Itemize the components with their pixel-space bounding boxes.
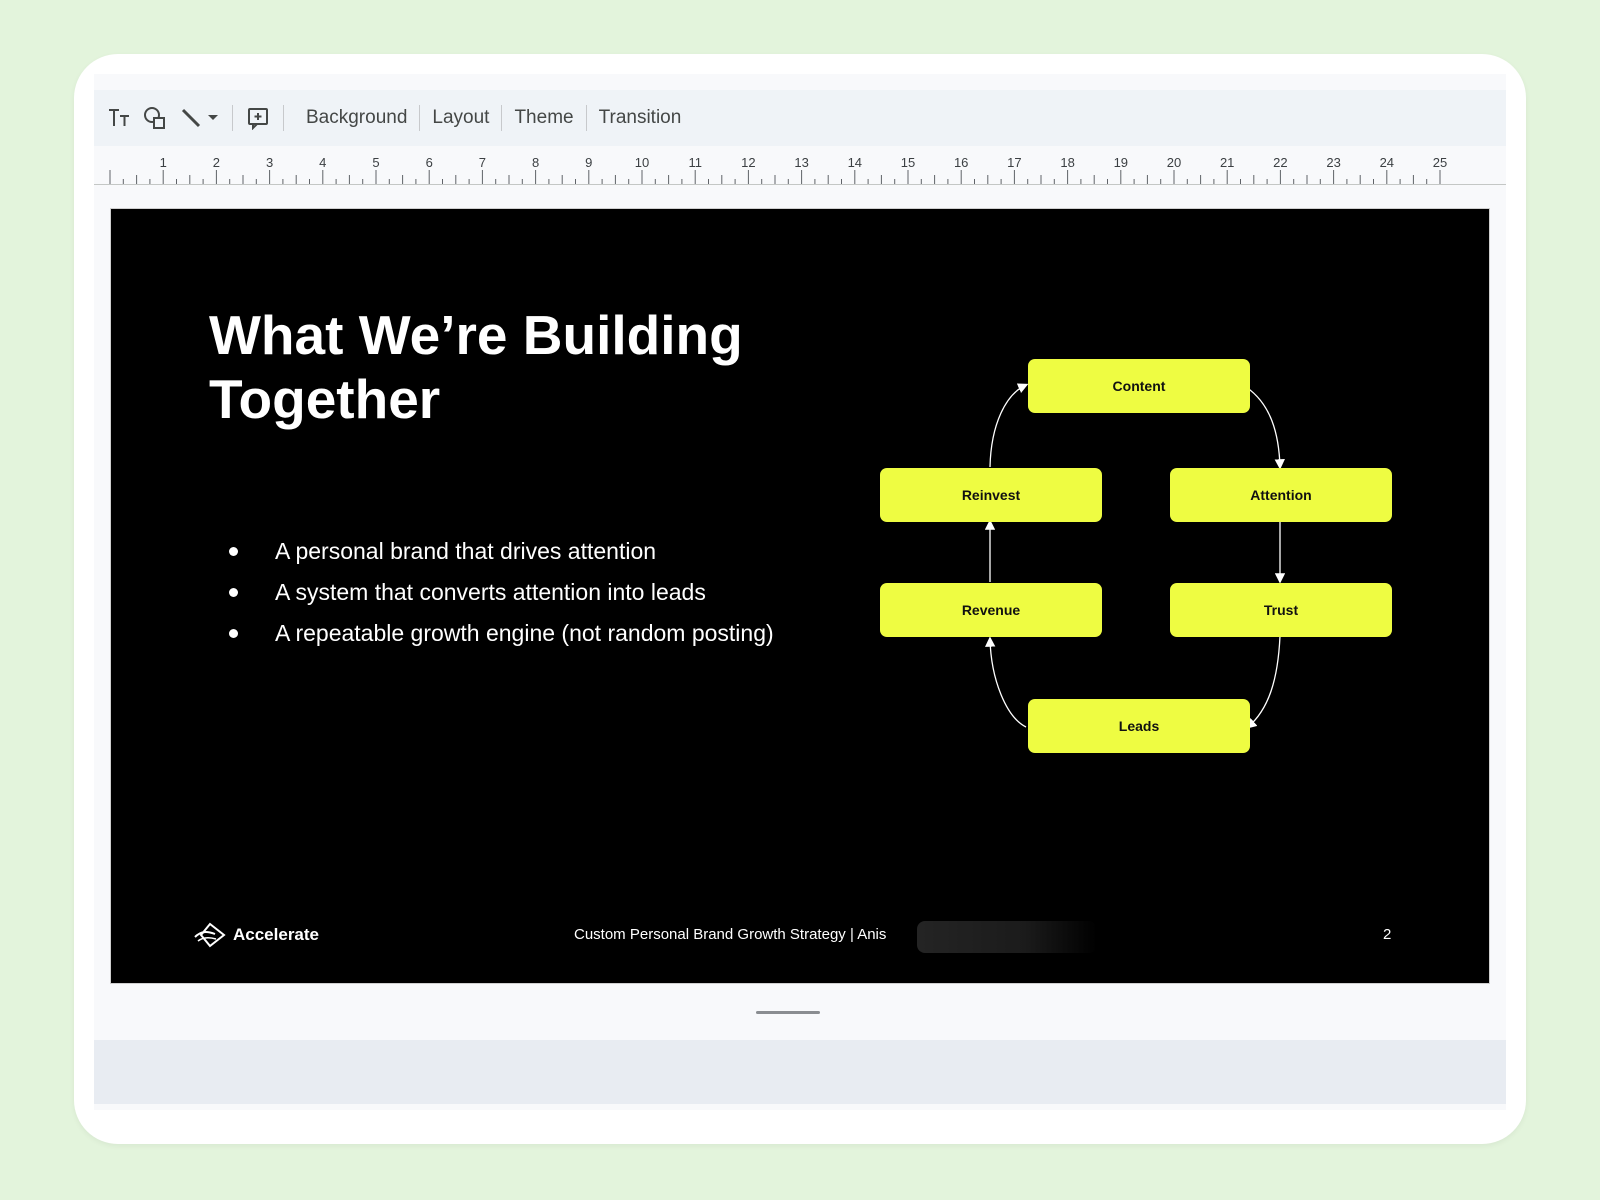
accelerate-logo-icon <box>194 922 226 948</box>
cycle-node-attention[interactable]: Attention <box>1170 468 1392 522</box>
cycle-node-content[interactable]: Content <box>1028 359 1250 413</box>
toolbar-divider <box>419 105 421 131</box>
speaker-notes-panel[interactable] <box>94 1040 1506 1104</box>
background-button[interactable]: Background <box>300 103 413 133</box>
ruler-label: 10 <box>635 155 649 170</box>
transition-button[interactable]: Transition <box>593 103 688 133</box>
arrow-leads-revenue <box>984 636 1027 728</box>
add-comment-icon[interactable] <box>245 105 271 131</box>
text-format-icon[interactable] <box>106 105 132 131</box>
toolbar-divider <box>232 105 233 131</box>
ruler-label: 24 <box>1380 155 1394 170</box>
ruler-label: 9 <box>585 155 592 170</box>
ruler-label: 13 <box>794 155 808 170</box>
ruler-label: 1 <box>160 155 167 170</box>
cycle-node-revenue[interactable]: Revenue <box>880 583 1102 637</box>
ruler-scale: 1 2 3 4 5 6 7 8 9 10 11 12 13 14 15 16 17 18 19 20 21 22 23 24 2… <box>109 155 1447 184</box>
toolbar-divider <box>501 105 503 131</box>
ruler-label: 11 <box>688 155 702 170</box>
ruler-label: 16 <box>954 155 968 170</box>
dropdown-icon[interactable] <box>206 105 220 131</box>
cycle-node-reinvest[interactable]: Reinvest <box>880 468 1102 522</box>
arrow-reinvest-content <box>989 383 1029 468</box>
ruler-label: 8 <box>532 155 539 170</box>
ruler-label: 15 <box>901 155 915 170</box>
tablet-frame: Background Layout Theme Transition 12345… <box>74 54 1526 1144</box>
ruler-label: 20 <box>1167 155 1181 170</box>
arrow-content-attention <box>1245 386 1285 470</box>
cycle-node-trust[interactable]: Trust <box>1170 583 1392 637</box>
page-number: 2 <box>1383 926 1392 943</box>
footer-text[interactable]: Custom Personal Brand Growth Strategy | … <box>574 926 886 943</box>
ruler-label: 18 <box>1060 155 1074 170</box>
cycle-node-leads[interactable]: Leads <box>1028 699 1250 753</box>
ruler-label: 7 <box>479 155 486 170</box>
ruler-label: 23 <box>1326 155 1340 170</box>
redacted-area <box>917 921 1097 953</box>
theme-button[interactable]: Theme <box>508 103 579 133</box>
ruler-label: 22 <box>1273 155 1287 170</box>
ruler-label: 12 <box>741 155 755 170</box>
toolbar: Background Layout Theme Transition <box>94 90 1506 146</box>
slide-canvas[interactable]: What We’re Building Together A personal … <box>110 208 1490 984</box>
resize-handle[interactable] <box>756 1011 820 1014</box>
slides-editor: Background Layout Theme Transition 12345… <box>94 74 1506 1110</box>
ruler-label: 19 <box>1114 155 1128 170</box>
toolbar-divider <box>283 105 284 131</box>
ruler-label: 6 <box>426 155 433 170</box>
ruler-label: 14 <box>848 155 862 170</box>
ruler-label: 2 <box>213 155 220 170</box>
logo-text: Accelerate <box>233 925 320 944</box>
line-icon[interactable] <box>178 105 204 131</box>
ruler-label: 5 <box>372 155 379 170</box>
shapes-icon[interactable] <box>142 105 168 131</box>
layout-button[interactable]: Layout <box>426 103 495 133</box>
ruler-label: 4 <box>319 155 326 170</box>
ruler-label: 3 <box>266 155 273 170</box>
ruler-label: 17 <box>1007 155 1021 170</box>
toolbar-divider <box>585 105 587 131</box>
horizontal-ruler[interactable]: 1 2 3 4 5 6 7 8 9 10 11 12 13 14 15 16 17 18 19 20 21 22 23 24 2… <box>94 154 1506 185</box>
arrow-trust-leads <box>1246 635 1281 729</box>
brand-logo: Accelerate <box>193 921 319 949</box>
ruler-label: 25 <box>1433 155 1447 170</box>
ruler-label: 21 <box>1220 155 1234 170</box>
